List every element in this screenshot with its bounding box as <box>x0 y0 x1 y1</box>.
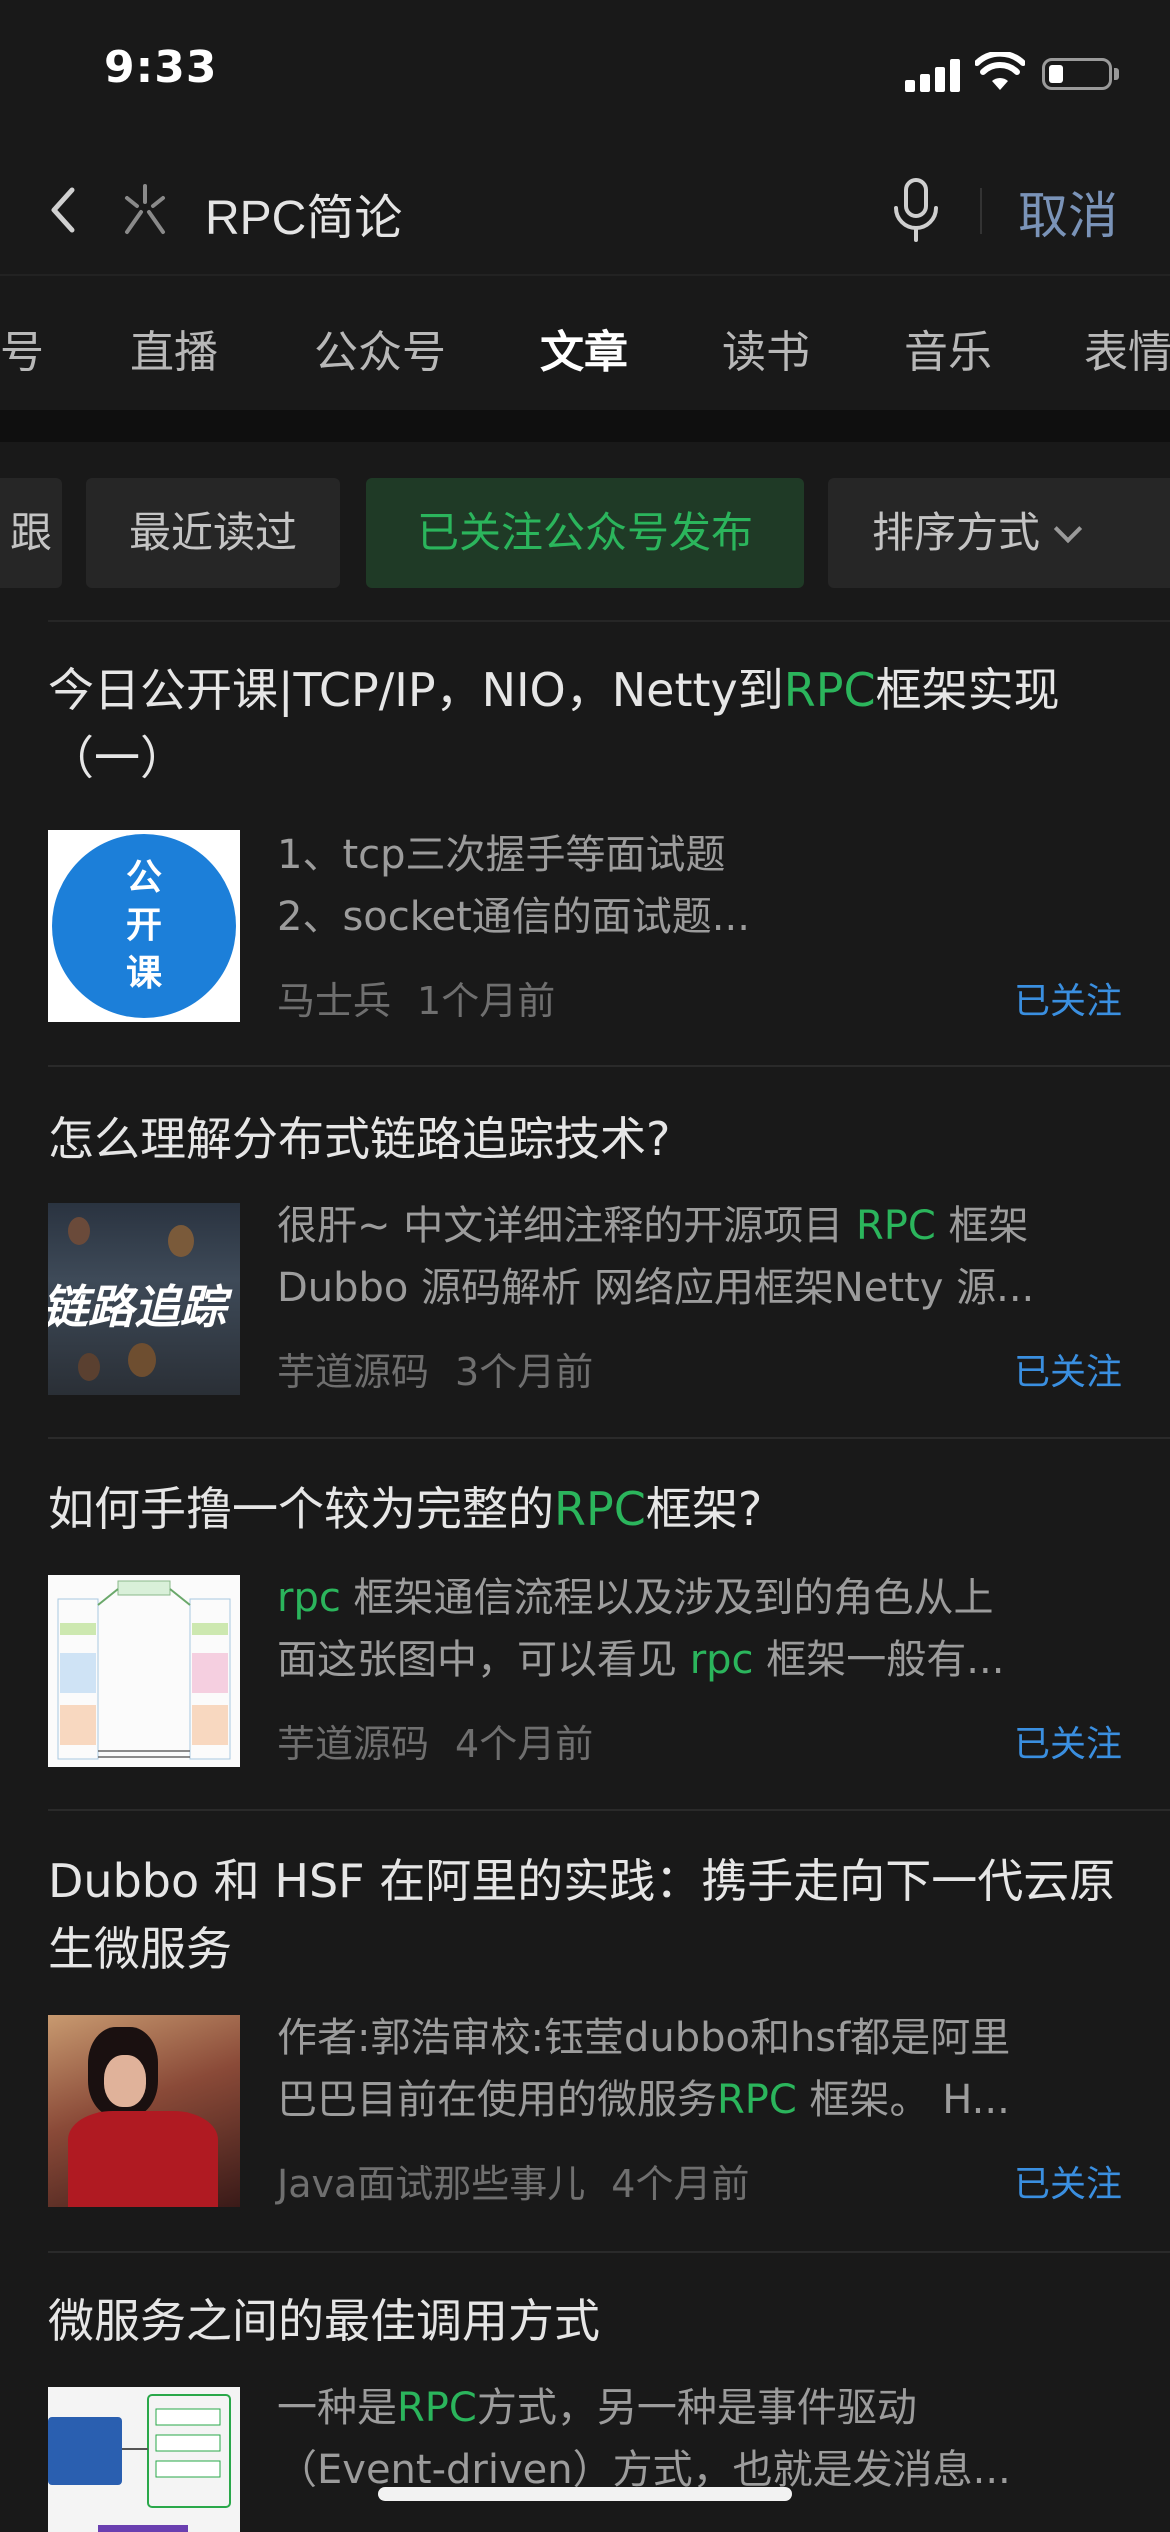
wifi-icon <box>975 52 1025 90</box>
thumb-balloon <box>78 1353 100 1381</box>
thumb-char: 课 <box>125 953 162 994</box>
article-summary: 很肝~ 中文详细注释的开源项目 RPC 框架 Dubbo 源码解析 网络应用框架… <box>277 1195 1122 1319</box>
summary-line: rpc 框架通信流程以及涉及到的角色从上 <box>277 1575 994 1621</box>
status-time: 9:33 <box>104 42 218 93</box>
chevron-down-icon <box>1053 514 1083 544</box>
article-source: Java面试那些事儿 <box>277 2162 586 2206</box>
article-source: 马士兵 <box>277 979 392 1023</box>
thumb-balloon <box>168 1225 194 1257</box>
diagram-thumbnail-graphic <box>57 1580 231 1760</box>
article-summary: 作者:郭浩审校:钰莹dubbo和hsf都是阿里 巴巴目前在使用的微服务RPC 框… <box>277 2007 1122 2131</box>
article-time: 4个月前 <box>611 2162 750 2206</box>
summary-line: 巴巴目前在使用的微服务RPC 框架。 H... <box>277 2077 1010 2123</box>
article-title: 如何手撸一个较为完整的RPC框架? <box>48 1482 763 1536</box>
back-chevron-icon[interactable] <box>40 180 90 240</box>
article-item[interactable]: 怎么理解分布式链路追踪技术? 链路追踪 很肝~ 中文详细注释的开源项目 RPC … <box>0 1067 1170 1437</box>
article-thumbnail: 公 开 课 <box>48 830 240 1022</box>
article-time: 4个月前 <box>455 1722 594 1766</box>
article-meta: 马士兵 1个月前 <box>277 970 555 1025</box>
article-source: 芋道源码 <box>277 1722 430 1766</box>
filter-sort-order[interactable]: 排序方式 <box>828 478 1170 588</box>
article-thumbnail <box>48 2387 240 2532</box>
search-divider <box>980 188 982 234</box>
thumb-balloon <box>68 1217 90 1245</box>
microphone-icon[interactable] <box>888 176 944 244</box>
summary-line: 1、tcp三次握手等面试题 <box>277 832 726 878</box>
article-thumbnail: 链路追踪 <box>48 1203 240 1395</box>
search-bar: RPC简论 取消 <box>0 160 1170 260</box>
sort-order-label: 排序方式 <box>872 508 1041 557</box>
search-input[interactable]: RPC简论 <box>205 178 402 248</box>
article-meta: 芋道源码 3个月前 <box>277 1341 593 1396</box>
filters-divider <box>48 620 1170 622</box>
tab-stickers[interactable]: 表情 <box>1084 316 1170 380</box>
article-item[interactable]: 今日公开课|TCP/IP，NIO，Netty到RPC框架实现（一） 公 开 课 … <box>0 650 1170 1065</box>
article-meta: Java面试那些事儿 4个月前 <box>277 2153 749 2208</box>
thumb-figure <box>68 2111 218 2207</box>
summary-line: 面这张图中，可以看见 rpc 框架一般有... <box>277 1637 1005 1683</box>
loading-spinner-icon <box>125 184 165 234</box>
diagram-thumbnail-graphic <box>48 2394 231 2532</box>
tab-live[interactable]: 直播 <box>130 316 218 380</box>
article-thumbnail <box>48 1575 240 1767</box>
tabs-separator <box>0 410 1170 442</box>
article-title: 怎么理解分布式链路追踪技术? <box>48 1112 671 1166</box>
cellular-signal-icon <box>905 58 961 92</box>
article-time: 3个月前 <box>455 1350 594 1394</box>
article-summary: 一种是RPC方式，另一种是事件驱动 （Event-driven）方式，也就是发消… <box>277 2377 1122 2501</box>
article-summary: rpc 框架通信流程以及涉及到的角色从上 面这张图中，可以看见 rpc 框架一般… <box>277 1567 1122 1691</box>
followed-badge: 已关注 <box>1013 1724 1122 1765</box>
summary-line: 作者:郭浩审校:钰莹dubbo和hsf都是阿里 <box>277 2015 1011 2061</box>
article-title: 微服务之间的最佳调用方式 <box>48 2294 600 2348</box>
summary-line: Dubbo 源码解析 网络应用框架Netty 源... <box>277 1265 1035 1311</box>
followed-badge: 已关注 <box>1013 2164 1122 2205</box>
article-time: 1个月前 <box>417 979 556 1023</box>
thumb-char: 开 <box>125 905 162 946</box>
article-title: 今日公开课|TCP/IP，NIO，Netty到RPC框架实现（一） <box>48 663 1060 785</box>
thumb-char: 公 <box>125 857 162 898</box>
article-thumbnail <box>48 2015 240 2207</box>
battery-cap <box>1114 68 1119 80</box>
article-item[interactable]: 如何手撸一个较为完整的RPC框架? rpc 框架通信流程以及涉及到的角色从上 面… <box>0 1439 1170 1809</box>
article-source: 芋道源码 <box>277 1350 430 1394</box>
tab-music[interactable]: 音乐 <box>904 316 992 380</box>
article-summary: 1、tcp三次握手等面试题 2、socket通信的面试题... <box>277 824 1122 948</box>
summary-line: 2、socket通信的面试题... <box>277 894 750 940</box>
tab-reading[interactable]: 读书 <box>722 316 810 380</box>
status-bar: 9:33 <box>0 0 1170 140</box>
summary-line: 很肝~ 中文详细注释的开源项目 RPC 框架 <box>277 1203 1029 1249</box>
followed-badge: 已关注 <box>1013 981 1122 1022</box>
filter-recently-read[interactable]: 最近读过 <box>86 478 340 588</box>
article-item[interactable]: Dubbo 和 HSF 在阿里的实践：携手走向下一代云原生微服务 作者:郭浩审校… <box>0 1811 1170 2251</box>
article-title: Dubbo 和 HSF 在阿里的实践：携手走向下一代云原生微服务 <box>48 1854 1116 1976</box>
summary-line: 一种是RPC方式，另一种是事件驱动 <box>277 2385 917 2431</box>
thumbnail-caption: 链路追踪 <box>48 1280 226 1334</box>
home-indicator <box>378 2487 792 2501</box>
followed-badge: 已关注 <box>1013 1352 1122 1393</box>
cancel-button[interactable]: 取消 <box>1018 176 1118 248</box>
thumb-figure <box>104 2055 146 2107</box>
tab-articles[interactable]: 文章 <box>540 316 628 380</box>
thumbnail-badge: 公 开 课 <box>52 834 236 1018</box>
tab-official-partial[interactable]: 号 <box>0 316 44 380</box>
tab-official-accounts[interactable]: 公众号 <box>314 316 446 380</box>
thumb-balloon <box>128 1343 156 1377</box>
article-meta: 芋道源码 4个月前 <box>277 1713 593 1768</box>
filter-chip-partial[interactable]: 跟 <box>0 478 62 588</box>
battery-icon <box>1042 58 1112 90</box>
filter-followed-accounts[interactable]: 已关注公众号发布 <box>366 478 804 588</box>
filter-bar: 跟 最近读过 已关注公众号发布 排序方式 <box>0 442 1170 622</box>
category-tabs: 号 直播 公众号 文章 读书 音乐 表情 <box>0 274 1170 424</box>
